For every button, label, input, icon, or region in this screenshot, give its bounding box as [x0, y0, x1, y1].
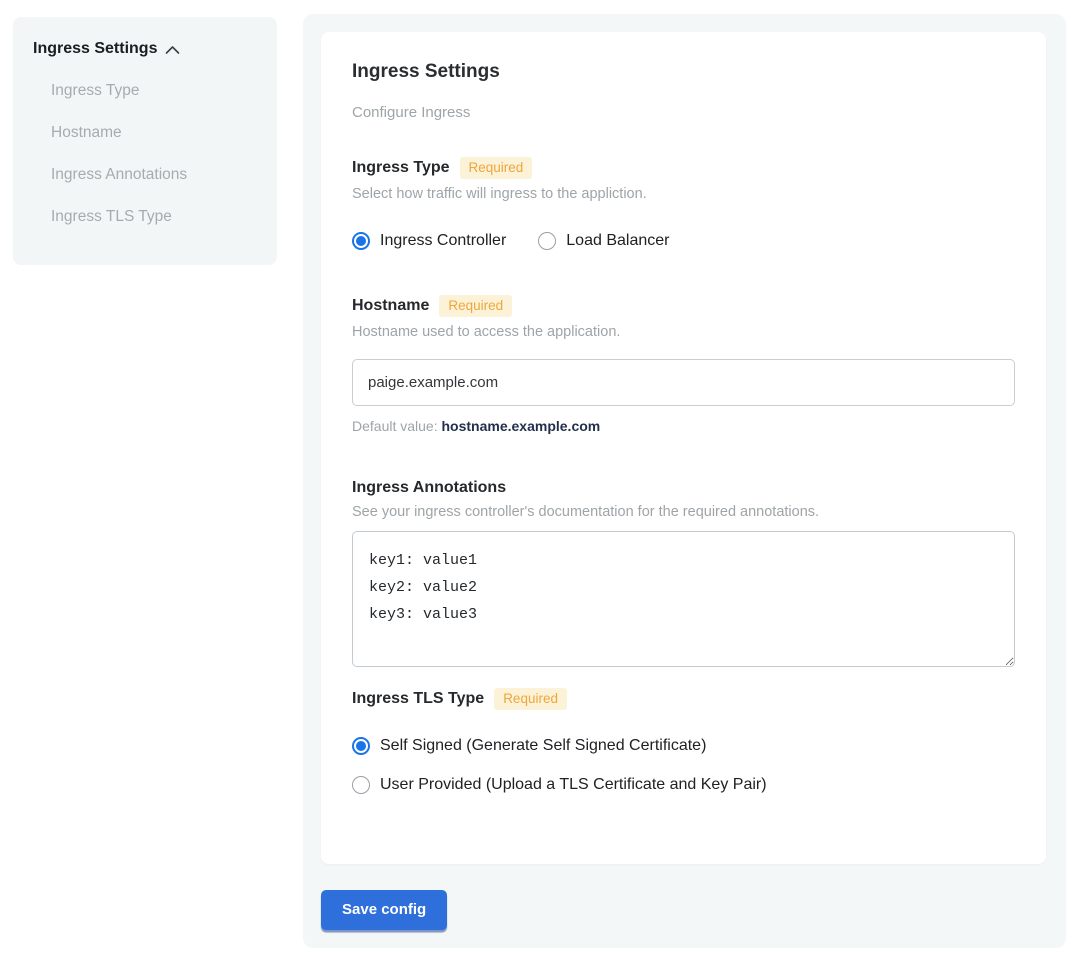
radio-icon[interactable]: [352, 232, 370, 250]
radio-icon[interactable]: [352, 737, 370, 755]
radio-label: Ingress Controller: [380, 232, 506, 250]
page-title: Ingress Settings: [352, 61, 1015, 83]
hostname-label: Hostname: [352, 297, 429, 315]
radio-user-provided[interactable]: User Provided (Upload a TLS Certificate …: [352, 776, 1015, 794]
radio-label: Load Balancer: [566, 232, 669, 250]
radio-self-signed[interactable]: Self Signed (Generate Self Signed Certif…: [352, 737, 1015, 755]
sidebar-item-ingress-tls-type[interactable]: Ingress TLS Type: [33, 207, 277, 227]
radio-label: User Provided (Upload a TLS Certificate …: [380, 776, 767, 794]
sidebar-nav-list: Ingress Type Hostname Ingress Annotation…: [33, 81, 277, 227]
page-subtitle: Configure Ingress: [352, 104, 1015, 121]
hostname-default-line: Default value: hostname.example.com: [352, 418, 1015, 434]
radio-icon[interactable]: [352, 776, 370, 794]
ingress-type-help: Select how traffic will ingress to the a…: [352, 186, 1015, 202]
required-badge: Required: [439, 295, 512, 317]
sidebar-section-label: Ingress Settings: [33, 40, 157, 58]
sidebar-item-ingress-annotations[interactable]: Ingress Annotations: [33, 165, 277, 185]
sidebar-item-ingress-type[interactable]: Ingress Type: [33, 81, 277, 101]
settings-panel: Ingress Settings Configure Ingress Ingre…: [303, 14, 1066, 948]
annotations-help: See your ingress controller's documentat…: [352, 504, 1015, 520]
ingress-type-section: Ingress Type Required Select how traffic…: [352, 157, 1015, 250]
default-value-label: Default value:: [352, 418, 438, 434]
radio-load-balancer[interactable]: Load Balancer: [538, 232, 669, 250]
required-badge: Required: [460, 157, 533, 179]
ingress-type-radio-group: Ingress Controller Load Balancer: [352, 232, 1015, 250]
sidebar-item-hostname[interactable]: Hostname: [33, 123, 277, 143]
radio-label: Self Signed (Generate Self Signed Certif…: [380, 737, 706, 755]
annotations-textarea[interactable]: key1: value1 key2: value2 key3: value3: [352, 531, 1015, 667]
tls-type-label: Ingress TLS Type: [352, 690, 484, 708]
tls-type-radio-group: Self Signed (Generate Self Signed Certif…: [352, 737, 1015, 794]
sidebar-section-ingress-settings[interactable]: Ingress Settings: [33, 40, 277, 58]
annotations-section: Ingress Annotations See your ingress con…: [352, 479, 1015, 667]
required-badge: Required: [494, 688, 567, 710]
tls-type-section: Ingress TLS Type Required Self Signed (G…: [352, 688, 1015, 794]
settings-sidebar: Ingress Settings Ingress Type Hostname I…: [13, 17, 277, 265]
save-config-button[interactable]: Save config: [321, 890, 447, 930]
radio-icon[interactable]: [538, 232, 556, 250]
default-value-text: hostname.example.com: [442, 418, 601, 434]
chevron-up-icon: [165, 43, 180, 55]
radio-ingress-controller[interactable]: Ingress Controller: [352, 232, 506, 250]
ingress-settings-card: Ingress Settings Configure Ingress Ingre…: [321, 32, 1046, 864]
ingress-type-label: Ingress Type: [352, 159, 450, 177]
hostname-section: Hostname Required Hostname used to acces…: [352, 295, 1015, 434]
annotations-label: Ingress Annotations: [352, 479, 506, 497]
hostname-input[interactable]: [352, 359, 1015, 406]
hostname-help: Hostname used to access the application.: [352, 324, 1015, 340]
